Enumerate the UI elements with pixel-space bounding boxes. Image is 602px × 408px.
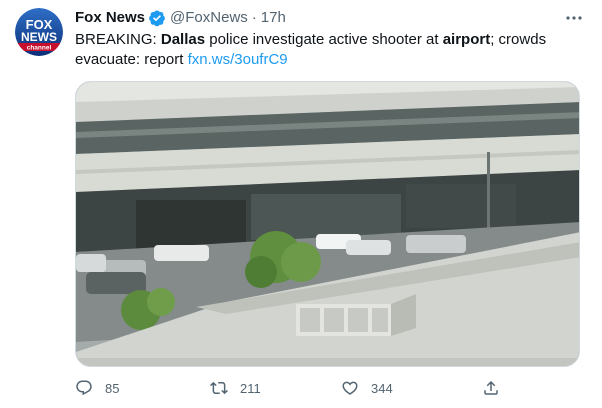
tweet-actions: 85 211 344	[75, 378, 505, 398]
tweet-header: Fox News @FoxNews · 17h	[75, 8, 286, 28]
tweet-text: BREAKING: Dallas police investigate acti…	[75, 30, 575, 70]
tweet-text-part: police investigate active shooter at	[205, 31, 443, 48]
more-options-icon[interactable]	[560, 6, 588, 30]
tweet-link[interactable]: fxn.ws/3oufrC9	[188, 51, 288, 68]
like-count: 344	[371, 380, 393, 396]
reply-button[interactable]: 85	[75, 378, 119, 398]
tweet-text-bold: Dallas	[160, 31, 206, 48]
fox-news-logo: FOX NEWS channel	[15, 8, 63, 56]
avatar-text-3: channel	[27, 45, 52, 52]
tweet-card[interactable]: FOX NEWS channel Fox News @FoxNews · 17h…	[0, 0, 602, 408]
handle[interactable]: @FoxNews	[170, 8, 248, 28]
share-icon	[482, 379, 500, 397]
like-button[interactable]: 344	[341, 378, 393, 398]
verified-badge-icon	[148, 9, 166, 27]
reply-icon	[75, 379, 93, 397]
tweet-text-part: BREAKING:	[75, 31, 161, 48]
like-icon	[341, 379, 359, 397]
timestamp[interactable]: 17h	[261, 8, 286, 28]
reply-count: 85	[105, 380, 120, 396]
retweet-button[interactable]: 211	[210, 378, 261, 398]
display-name[interactable]: Fox News	[75, 8, 145, 28]
avatar-text-2: NEWS	[21, 30, 57, 44]
tweet-media-video[interactable]	[75, 81, 580, 367]
separator-dot: ·	[251, 9, 257, 26]
avatar[interactable]: FOX NEWS channel	[15, 8, 63, 56]
tweet-text-bold: airport	[442, 31, 491, 48]
retweet-count: 211	[240, 380, 261, 396]
airport-aerial-image	[76, 82, 579, 366]
retweet-icon	[210, 379, 228, 397]
share-button[interactable]	[482, 378, 500, 398]
